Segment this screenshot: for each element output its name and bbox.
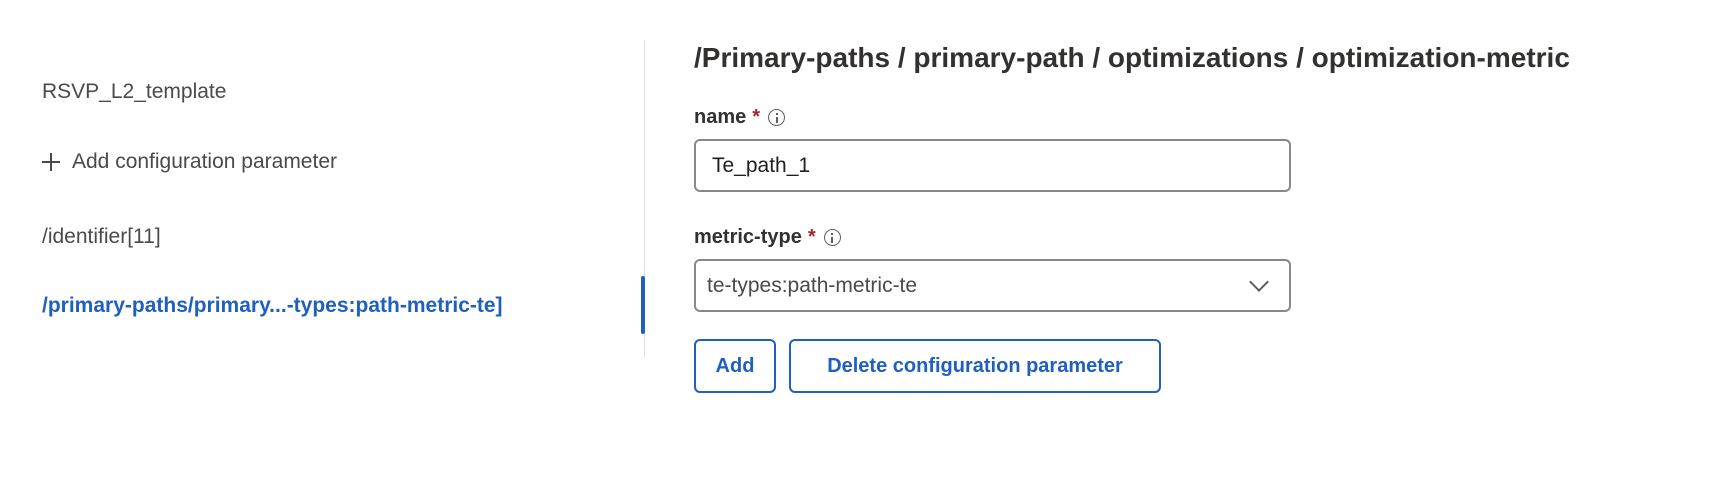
sidebar-item-template[interactable]: RSVP_L2_template xyxy=(42,80,226,104)
active-item-indicator xyxy=(641,276,645,334)
name-input[interactable] xyxy=(694,139,1291,192)
sidebar-item-identifier[interactable]: /identifier[11] xyxy=(42,225,161,249)
metric-type-dropdown[interactable]: te-types:path-metric-te xyxy=(694,259,1291,312)
metric-type-selected-value: te-types:path-metric-te xyxy=(707,273,918,297)
add-button[interactable]: Add xyxy=(694,339,776,393)
name-field-label: name * xyxy=(694,106,786,129)
required-marker: * xyxy=(807,226,816,248)
chevron-down-icon xyxy=(1249,271,1269,292)
delete-configuration-parameter-button[interactable]: Delete configuration parameter xyxy=(789,339,1161,393)
info-icon[interactable] xyxy=(768,109,786,126)
app-root: RSVP_L2_template Add configuration param… xyxy=(0,0,1735,496)
info-icon[interactable] xyxy=(823,229,841,246)
sidebar-item-primary-paths[interactable]: /primary-paths/primary...-types:path-met… xyxy=(42,294,503,318)
metric-type-field-label: metric-type * xyxy=(694,226,841,249)
plus-icon xyxy=(42,153,60,171)
metric-type-label-text: metric-type xyxy=(694,226,802,248)
required-marker: * xyxy=(752,106,761,128)
page-title: /Primary-paths / primary-path / optimiza… xyxy=(694,42,1570,73)
main-panel: /Primary-paths / primary-path / optimiza… xyxy=(694,0,1694,496)
sidebar: RSVP_L2_template Add configuration param… xyxy=(0,0,645,496)
add-configuration-parameter-label: Add configuration parameter xyxy=(72,150,337,173)
name-label-text: name xyxy=(694,106,747,128)
add-configuration-parameter-link[interactable]: Add configuration parameter xyxy=(42,150,337,174)
